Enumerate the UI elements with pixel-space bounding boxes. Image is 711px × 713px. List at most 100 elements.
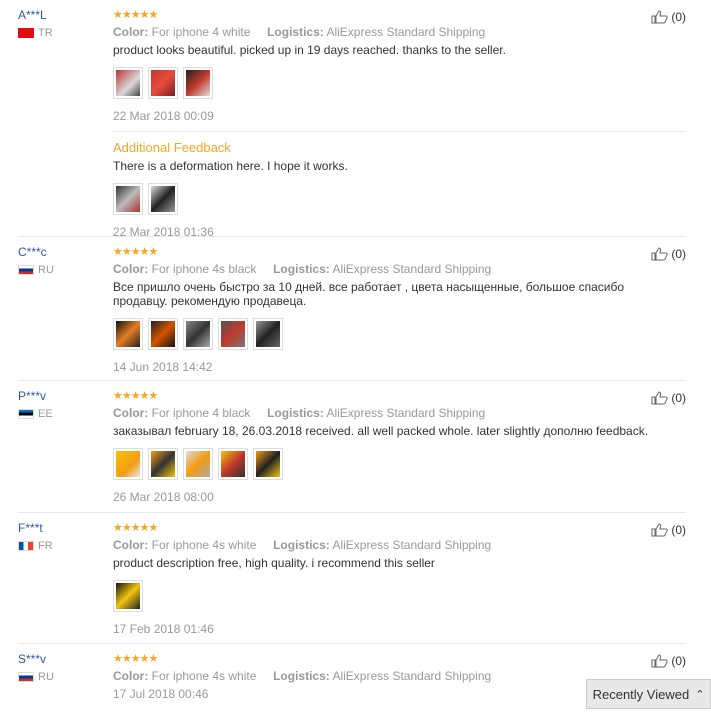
country-code: EE <box>38 408 53 420</box>
flag-ru-icon <box>18 672 34 682</box>
star-rating: ★★★★★ <box>113 246 158 258</box>
reviewer-info: F***t FR <box>18 521 108 552</box>
additional-photos <box>113 183 686 215</box>
flag-ee-icon <box>18 409 34 419</box>
helpful-count: (0) <box>671 654 686 668</box>
additional-feedback-title: Additional Feedback <box>113 140 231 155</box>
review-photo-thumbnail[interactable] <box>218 448 248 480</box>
review-photo-thumbnail[interactable] <box>183 448 213 480</box>
review-photo-thumbnail[interactable] <box>113 67 143 99</box>
review-date: 26 Mar 2018 08:00 <box>113 490 214 504</box>
review-photos <box>113 67 686 99</box>
review-photo-thumbnail[interactable] <box>113 183 143 215</box>
review-photo-thumbnail[interactable] <box>113 318 143 350</box>
review-photo-thumbnail[interactable] <box>148 67 178 99</box>
flag-fr-icon <box>18 541 34 551</box>
color-label: Color: <box>113 25 149 39</box>
reviewer-name[interactable]: C***c <box>18 245 108 259</box>
country-code: RU <box>38 264 54 276</box>
review-meta: Color: For iphone 4s white Logistics: Al… <box>113 538 686 552</box>
review-date: 17 Feb 2018 01:46 <box>113 622 214 636</box>
color-value: For iphone 4s white <box>151 538 257 552</box>
logistics-label: Logistics: <box>273 669 330 683</box>
review-text: заказывал february 18, 26.03.2018 receiv… <box>113 424 649 438</box>
review-photo-thumbnail[interactable] <box>253 448 283 480</box>
thumbs-up-icon <box>651 10 669 24</box>
thumbs-up-icon <box>651 523 669 537</box>
chevron-up-icon: ⌃ <box>695 688 705 701</box>
review-item: C***c RU ★★★★★ Color: For iphone 4s blac… <box>18 237 686 381</box>
review-photos <box>113 580 686 612</box>
star-rating: ★★★★★ <box>113 9 158 21</box>
thumbs-up-icon <box>651 391 669 405</box>
thumbs-up-icon <box>651 247 669 261</box>
review-photo-thumbnail[interactable] <box>113 580 143 612</box>
color-label: Color: <box>113 262 149 276</box>
logistics-value: AliExpress Standard Shipping <box>326 406 486 420</box>
helpful-vote[interactable]: (0) <box>651 10 686 24</box>
reviewer-country: EE <box>18 408 108 420</box>
review-meta: Color: For iphone 4s black Logistics: Al… <box>113 262 686 276</box>
reviewer-name[interactable]: A***L <box>18 8 108 22</box>
reviewer-info: P***v EE <box>18 389 108 420</box>
review-photo-thumbnail[interactable] <box>253 318 283 350</box>
helpful-count: (0) <box>671 523 686 537</box>
logistics-label: Logistics: <box>267 406 324 420</box>
helpful-count: (0) <box>671 247 686 261</box>
reviewer-info: S***v RU <box>18 652 108 683</box>
review-item: A***L TR ★★★★★ Color: For iphone 4 white… <box>18 0 686 239</box>
review-item: F***t FR ★★★★★ Color: For iphone 4s whit… <box>18 513 686 644</box>
review-text: Все пришло очень быстро за 10 дней. все … <box>113 280 625 308</box>
review-meta: Color: For iphone 4 white Logistics: Ali… <box>113 25 686 39</box>
review-photo-thumbnail[interactable] <box>183 67 213 99</box>
helpful-vote[interactable]: (0) <box>651 523 686 537</box>
reviewer-country: FR <box>18 540 108 552</box>
helpful-vote[interactable]: (0) <box>651 391 686 405</box>
star-rating: ★★★★★ <box>113 522 158 534</box>
logistics-value: AliExpress Standard Shipping <box>332 538 492 552</box>
recently-viewed-label: Recently Viewed <box>592 686 690 702</box>
color-value: For iphone 4 black <box>151 406 251 420</box>
color-value: For iphone 4 white <box>151 25 251 39</box>
review-date: 22 Mar 2018 00:09 <box>113 109 214 123</box>
reviewer-name[interactable]: S***v <box>18 652 108 666</box>
additional-feedback: Additional Feedback There is a deformati… <box>113 131 686 239</box>
additional-feedback-text: There is a deformation here. I hope it w… <box>113 159 348 173</box>
logistics-value: AliExpress Standard Shipping <box>332 262 492 276</box>
star-rating: ★★★★★ <box>113 653 158 665</box>
reviewer-name[interactable]: P***v <box>18 389 108 403</box>
recently-viewed-button[interactable]: Recently Viewed ⌃ <box>586 679 711 709</box>
review-text: product description free, high quality. … <box>113 556 435 570</box>
country-code: FR <box>38 540 53 552</box>
review-photos <box>113 448 686 480</box>
country-code: RU <box>38 671 54 683</box>
color-label: Color: <box>113 538 149 552</box>
helpful-vote[interactable]: (0) <box>651 654 686 668</box>
review-photos <box>113 318 686 350</box>
review-photo-thumbnail[interactable] <box>113 448 143 480</box>
reviewer-country: RU <box>18 264 108 276</box>
logistics-label: Logistics: <box>273 262 330 276</box>
review-text: product looks beautiful. picked up in 19… <box>113 43 506 57</box>
color-label: Color: <box>113 669 149 683</box>
helpful-count: (0) <box>671 391 686 405</box>
country-code: TR <box>38 27 53 39</box>
reviewer-country: RU <box>18 671 108 683</box>
review-photo-thumbnail[interactable] <box>148 183 178 215</box>
review-meta: Color: For iphone 4 black Logistics: Ali… <box>113 406 686 420</box>
review-photo-thumbnail[interactable] <box>183 318 213 350</box>
logistics-value: AliExpress Standard Shipping <box>332 669 492 683</box>
star-rating: ★★★★★ <box>113 390 158 402</box>
logistics-value: AliExpress Standard Shipping <box>326 25 486 39</box>
color-value: For iphone 4s black <box>151 262 257 276</box>
flag-tr-icon <box>18 28 34 38</box>
reviewer-country: TR <box>18 27 108 39</box>
review-photo-thumbnail[interactable] <box>148 318 178 350</box>
review-photo-thumbnail[interactable] <box>148 448 178 480</box>
helpful-count: (0) <box>671 10 686 24</box>
helpful-vote[interactable]: (0) <box>651 247 686 261</box>
thumbs-up-icon <box>651 654 669 668</box>
review-photo-thumbnail[interactable] <box>218 318 248 350</box>
reviewer-name[interactable]: F***t <box>18 521 108 535</box>
color-value: For iphone 4s white <box>151 669 257 683</box>
